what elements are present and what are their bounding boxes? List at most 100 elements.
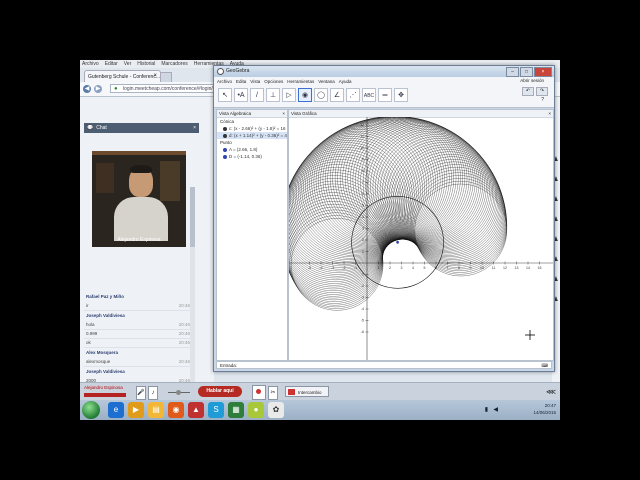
app-icon[interactable]: ▦	[228, 402, 244, 418]
algebra-close-icon[interactable]: ×	[282, 110, 285, 117]
slider-tool-icon[interactable]: ═	[378, 88, 392, 102]
browser-menu-marcadores[interactable]: Marcadores	[161, 61, 187, 67]
windows-taskbar: e ▶ ▤ ◉ ▲ S ▦ ● ✿ ▮ ◀ 20:47 14/06/2015	[80, 400, 560, 420]
x-tick-label: 3	[401, 266, 403, 270]
mic-icon[interactable]: 🎤	[136, 386, 146, 400]
volume-slider-handle[interactable]	[176, 390, 181, 395]
line-tool-icon[interactable]: /	[250, 88, 264, 102]
chat-scrollbar-thumb[interactable]	[190, 187, 195, 247]
back-icon[interactable]: ◀	[83, 85, 91, 93]
start-button[interactable]	[82, 401, 100, 419]
gg-menu-vista[interactable]: Vista	[250, 79, 260, 84]
redo-icon[interactable]: ↷	[536, 87, 548, 96]
algebra-group: Punto	[220, 140, 232, 145]
tray-network-icon[interactable]: ▮	[485, 406, 488, 413]
chat-message-text: ir	[86, 303, 89, 308]
chat-author: Joseph Valdiviesa	[86, 369, 125, 374]
gg-menu-ventana[interactable]: Ventana	[318, 79, 335, 84]
chat-message-time: 20:46	[178, 359, 190, 364]
gg-menu-herramientas[interactable]: Herramientas	[287, 79, 314, 84]
exchange-slides-button[interactable]: Intercambio Diap.	[285, 386, 329, 406]
graphics-view[interactable]: Vista Gráfica × -5 -4 -3 -2 -1 1 2 3 4 5 6 7 8 9 10 11 1…	[288, 109, 554, 361]
minimize-button[interactable]: –	[506, 67, 519, 77]
gg-menu-ayuda[interactable]: Ayuda	[339, 79, 352, 84]
input-bar[interactable]: Entrada: ⌨	[216, 361, 552, 369]
browser-menu-historial[interactable]: Historial	[137, 61, 155, 67]
algebra-item[interactable]: d: (x + 1.14)² + (y - 0.36)² = 4	[217, 132, 287, 139]
move-view-tool-icon[interactable]: ✥	[394, 88, 408, 102]
tray-clock[interactable]: 20:47 14/06/2015	[533, 402, 556, 416]
trace-circle	[289, 164, 394, 277]
geogebra-taskbar-icon[interactable]: ✿	[268, 402, 284, 418]
chat-message-text: alexmosque	[86, 359, 111, 364]
x-tick-label: 14	[526, 266, 530, 270]
url-text: login.meetcheap.com/conference/#login/gs	[123, 86, 219, 92]
x-tick-label: 8	[458, 266, 460, 270]
chat-author: Rafael Paz y Miño	[86, 294, 125, 299]
chat-panel-header: 💬 Chat ×	[84, 123, 199, 133]
chat-message-text: 0.999	[86, 331, 98, 336]
algebra-item[interactable]: A = (2.66, 1.8)	[217, 146, 287, 153]
algebra-item[interactable]: c: (x - 2.66)² + (y - 1.8)² = 16	[217, 125, 287, 132]
keyboard-icon[interactable]: ⌨	[542, 362, 549, 370]
share-icon[interactable]: ⋘	[546, 388, 556, 396]
browser-menu-editar[interactable]: Editar	[105, 61, 118, 67]
geogebra-title: GeoGebra	[226, 68, 250, 74]
graphics-canvas[interactable]: -5 -4 -3 -2 -1 1 2 3 4 5 6 7 8 9 10 11 12 13 14 15-6-5-4-3-…	[289, 117, 553, 360]
text-tool-icon[interactable]: ABC	[362, 88, 376, 102]
geogebra-menu-bar: Archivo Edita Vista Opciones Herramienta…	[214, 77, 554, 85]
url-input[interactable]: ● login.meetcheap.com/conference/#login/…	[110, 84, 220, 93]
ie-icon[interactable]: e	[108, 402, 124, 418]
polygon-tool-icon[interactable]: ▷	[282, 88, 296, 102]
chat-close-icon[interactable]: ×	[193, 125, 196, 131]
speaker-icon[interactable]: ♪	[148, 386, 158, 400]
geogebra-titlebar: GeoGebra – □ ×	[214, 66, 554, 77]
sign-in-link[interactable]: Abrir sesión	[520, 77, 544, 85]
point-tool-icon[interactable]: •A	[234, 88, 248, 102]
explorer-icon[interactable]: ▤	[148, 402, 164, 418]
trace-circle	[289, 180, 387, 288]
algebra-view-header: Vista Algebraica ×	[217, 110, 287, 118]
conference-user-name: Alejandro Espinosa	[84, 385, 123, 390]
hablar-aqui-button[interactable]: Hablar aquí	[198, 386, 242, 397]
app-green-icon[interactable]: ●	[248, 402, 264, 418]
undo-icon[interactable]: ↶	[522, 87, 534, 96]
gg-menu-edita[interactable]: Edita	[236, 79, 246, 84]
perpendicular-tool-icon[interactable]: ⊥	[266, 88, 280, 102]
x-tick-label: 5	[424, 266, 426, 270]
level-meter	[84, 393, 126, 397]
graphics-close-icon[interactable]: ×	[548, 110, 551, 117]
skype-icon[interactable]: S	[208, 402, 224, 418]
firefox-icon[interactable]: ◉	[168, 402, 184, 418]
chat-message-time: 20:46	[178, 340, 190, 345]
geogebra-logo-icon	[217, 68, 224, 75]
close-button[interactable]: ×	[534, 67, 552, 77]
algebra-item-text: D = (-1.14, 0.36)	[229, 154, 262, 159]
tray-volume-icon[interactable]: ◀	[493, 406, 498, 413]
x-tick-label: -5	[308, 266, 311, 270]
chat-scrollbar[interactable]	[190, 187, 195, 397]
tab-close-icon[interactable]: ×	[153, 73, 157, 79]
move-tool-icon[interactable]: ↖	[218, 88, 232, 102]
geogebra-window: GeoGebra – □ × Archivo Edita Vista Opcio…	[213, 65, 555, 372]
gg-menu-opciones[interactable]: Opciones	[264, 79, 283, 84]
pdf-icon[interactable]: ▲	[188, 402, 204, 418]
circle-tool-icon[interactable]: ◉	[298, 88, 312, 102]
browser-menu-ver[interactable]: Ver	[124, 61, 132, 67]
x-tick-label: 13	[515, 266, 519, 270]
tools-icon[interactable]: ✂	[268, 386, 278, 400]
clock-time: 20:47	[544, 403, 556, 408]
ellipse-tool-icon[interactable]: ◯	[314, 88, 328, 102]
maximize-button[interactable]: □	[520, 67, 533, 77]
media-player-icon[interactable]: ▶	[128, 402, 144, 418]
presenter-body	[114, 197, 168, 241]
algebra-item[interactable]: D = (-1.14, 0.36)	[217, 153, 287, 160]
angle-tool-icon[interactable]: ∠	[330, 88, 344, 102]
help-icon[interactable]: ?	[541, 97, 544, 103]
record-button[interactable]	[252, 385, 266, 400]
browser-menu-archivo[interactable]: Archivo	[82, 61, 99, 67]
reflect-tool-icon[interactable]: ⋰	[346, 88, 360, 102]
gg-menu-archivo[interactable]: Archivo	[217, 79, 232, 84]
chat-message-time: 20:46	[178, 303, 190, 308]
forward-icon[interactable]: ▶	[94, 85, 102, 93]
